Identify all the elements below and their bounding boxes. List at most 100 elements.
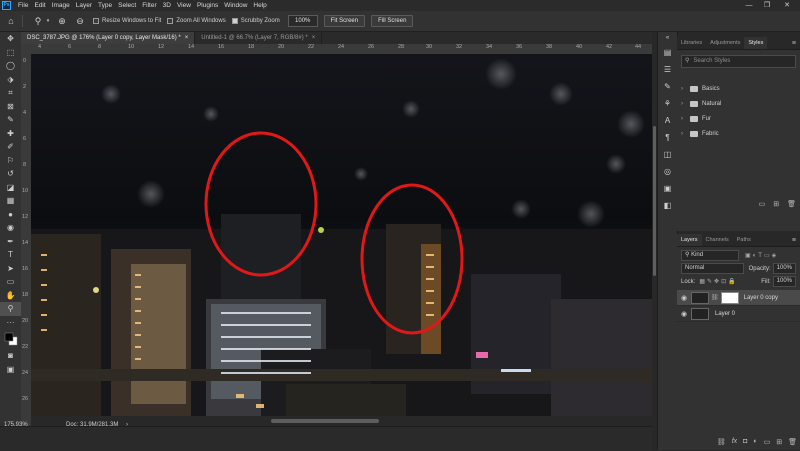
artboard-tool-icon[interactable]: ⬚ [0, 46, 21, 60]
menu-type[interactable]: Type [95, 2, 115, 9]
rectangle-tool-icon[interactable]: ▭ [0, 275, 21, 289]
zoom-all-windows-checkbox[interactable]: Zoom All Windows [167, 18, 226, 24]
menu-plugins[interactable]: Plugins [194, 2, 221, 9]
new-layer-icon[interactable]: ⊞ [776, 438, 782, 446]
search-styles-input[interactable]: ⚲ Search Styles [681, 55, 796, 68]
info-panel-icon[interactable]: ◧ [658, 197, 677, 214]
horizontal-scrollbar[interactable] [31, 416, 652, 426]
navigator-panel-icon[interactable]: ◎ [658, 163, 677, 180]
fit-screen-button[interactable]: Fit Screen [323, 15, 366, 27]
visibility-eye-icon[interactable]: ◉ [681, 294, 691, 302]
more-tools-icon[interactable]: ··· [0, 316, 21, 330]
close-icon[interactable]: × [312, 35, 316, 41]
fill-screen-button[interactable]: Fill Screen [371, 15, 414, 27]
frame-tool-icon[interactable]: ⊠ [0, 100, 21, 114]
lasso-tool-icon[interactable]: ◯ [0, 59, 21, 73]
menu-image[interactable]: Image [49, 2, 73, 9]
eyedropper-icon[interactable]: ✎ [0, 113, 21, 127]
eraser-icon[interactable]: ◪ [0, 181, 21, 195]
resize-windows-checkbox[interactable]: Resize Windows to Fit [93, 18, 161, 24]
paragraph-panel-icon[interactable]: ¶ [658, 129, 677, 146]
tab-untitled-1[interactable]: Untitled-1 @ 66.7% (Layer 7, RGB/8#) * × [195, 32, 323, 44]
new-group-icon[interactable]: ▭ [759, 200, 766, 208]
tab-channels[interactable]: Channels [702, 234, 733, 246]
history-panel-icon[interactable]: ▤ [658, 44, 677, 61]
minimize-button[interactable]: — [742, 0, 756, 11]
document-canvas[interactable] [31, 54, 652, 416]
menu-edit[interactable]: Edit [31, 2, 48, 9]
link-layers-icon[interactable]: ⛓ [717, 438, 726, 446]
crop-tool-icon[interactable]: ⌗ [0, 86, 21, 100]
path-select-icon[interactable]: ➤ [0, 262, 21, 276]
opacity-input[interactable]: 100% [772, 263, 796, 274]
gradient-tool-icon[interactable]: ▦ [0, 194, 21, 208]
style-group-fabric[interactable]: › Fabric [677, 126, 800, 141]
fx-icon[interactable]: fx [732, 438, 737, 446]
lock-icons[interactable]: ▦✎✥⊡🔒 [699, 278, 737, 285]
layer-row-layer-0-copy[interactable]: ◉ ⛓ Layer 0 copy [677, 290, 800, 306]
brush-tool-icon[interactable]: ✐ [0, 140, 21, 154]
tab-adjustments[interactable]: Adjustments [706, 37, 744, 49]
filter-type-icons[interactable]: ▣◐T▭◈ [745, 252, 778, 259]
panel-menu-icon[interactable]: ≡ [792, 40, 796, 47]
menu-help[interactable]: Help [250, 2, 269, 9]
menu-filter[interactable]: Filter [139, 2, 159, 9]
quick-mask-icon[interactable]: ◙ [0, 349, 21, 363]
menu-file[interactable]: File [15, 2, 31, 9]
trash-icon[interactable]: 🗑 [787, 200, 796, 208]
healing-brush-icon[interactable]: ✚ [0, 127, 21, 141]
style-group-basics[interactable]: › Basics [677, 81, 800, 96]
link-chain-icon[interactable]: ⛓ [711, 294, 719, 301]
scrubby-zoom-checkbox[interactable]: Scrubby Zoom [231, 18, 280, 24]
close-window-button[interactable]: ✕ [780, 0, 794, 11]
filter-kind-dropdown[interactable]: ⚲ Kind [681, 250, 739, 261]
fill-input[interactable]: 100% [772, 276, 796, 287]
clone-stamp-icon[interactable]: ⚐ [0, 154, 21, 168]
tab-layers[interactable]: Layers [677, 234, 702, 246]
menu-layer[interactable]: Layer [73, 2, 95, 9]
properties-panel-icon[interactable]: ☰ [658, 61, 677, 78]
close-icon[interactable]: × [185, 35, 189, 41]
tab-paths[interactable]: Paths [733, 234, 755, 246]
screen-mode-icon[interactable]: ▣ [0, 363, 21, 377]
home-icon[interactable]: ⌂ [4, 14, 18, 28]
zoom-tool-icon[interactable]: ⚲ [31, 14, 45, 28]
tab-libraries[interactable]: Libraries [677, 37, 706, 49]
object-select-icon[interactable]: ⬗ [0, 73, 21, 87]
restore-button[interactable]: ❐ [760, 0, 774, 11]
zoom-tool-icon[interactable]: ⚲ [0, 302, 21, 316]
zoom-level[interactable]: 175.93% [4, 422, 28, 428]
layer-row-layer-0[interactable]: ◉ Layer 0 [677, 306, 800, 322]
menu-window[interactable]: Window [221, 2, 250, 9]
brush-panel-icon[interactable]: ✎ [658, 78, 677, 95]
clone-source-icon[interactable]: ⚘ [658, 95, 677, 112]
adjustment-layer-icon[interactable]: ◐ [753, 438, 757, 446]
type-tool-icon[interactable]: T [0, 248, 21, 262]
style-group-natural[interactable]: › Natural [677, 96, 800, 111]
layer-mask-thumbnail[interactable] [720, 291, 739, 304]
character-panel-icon[interactable]: A [658, 112, 677, 129]
history-brush-icon[interactable]: ↺ [0, 167, 21, 181]
tab-dsc-3787[interactable]: DSC_3787.JPG @ 176% (Layer 0 copy, Layer… [21, 32, 196, 44]
dodge-tool-icon[interactable]: ◉ [0, 221, 21, 235]
zoom-out-icon[interactable]: ⊖ [73, 14, 87, 28]
new-group-icon[interactable]: ▭ [764, 438, 771, 446]
panel-menu-icon[interactable]: ≡ [792, 237, 796, 244]
tab-styles[interactable]: Styles [744, 37, 768, 49]
scroll-thumb[interactable] [271, 419, 379, 423]
menu-view[interactable]: View [174, 2, 194, 9]
chevron-down-icon[interactable]: ▾ [45, 14, 51, 28]
menu-3d[interactable]: 3D [160, 2, 174, 9]
move-tool-icon[interactable]: ✥ [0, 32, 21, 46]
scroll-thumb[interactable] [653, 126, 656, 276]
menu-select[interactable]: Select [115, 2, 139, 9]
actions-panel-icon[interactable]: ▣ [658, 180, 677, 197]
collapse-icon[interactable]: « [658, 32, 677, 44]
zoom-in-icon[interactable]: ⊕ [55, 14, 69, 28]
status-menu-arrow[interactable]: › [126, 422, 128, 428]
zoom-percent-field[interactable]: 100% [287, 15, 318, 27]
visibility-eye-icon[interactable]: ◉ [681, 310, 691, 318]
trash-icon[interactable]: 🗑 [788, 438, 797, 446]
add-mask-icon[interactable]: ◘ [743, 438, 747, 446]
hand-tool-icon[interactable]: ✋ [0, 289, 21, 303]
